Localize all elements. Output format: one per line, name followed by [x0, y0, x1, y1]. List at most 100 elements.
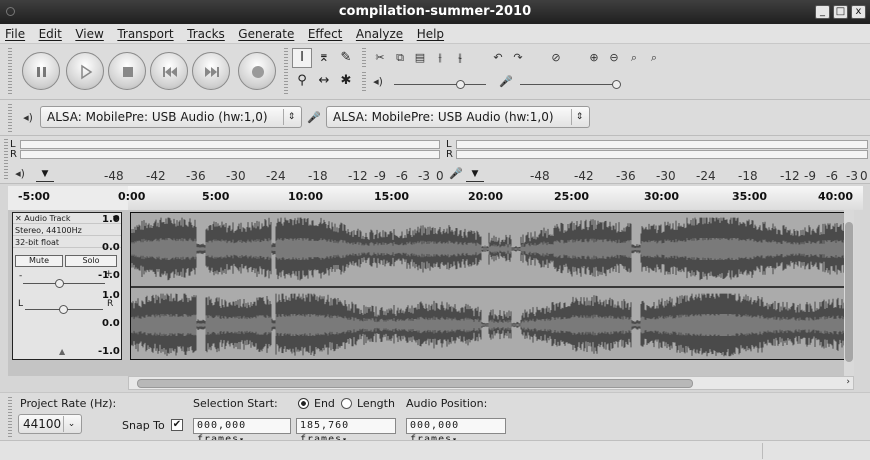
chevron-updown-icon: ⇕ — [283, 109, 299, 125]
timeline-ruler[interactable]: -5:00 0:00 5:00 10:00 15:00 20:00 25:00 … — [8, 186, 863, 210]
skip-to-end-button[interactable] — [192, 52, 230, 90]
minimize-button[interactable]: _ — [815, 5, 830, 19]
record-meter-left[interactable] — [456, 140, 868, 149]
scale-top-ch1: 1.0 — [102, 214, 120, 225]
stop-button[interactable] — [108, 52, 146, 90]
tools-grip[interactable] — [284, 48, 288, 96]
recording-volume-slider[interactable] — [520, 84, 620, 85]
pan-slider-thumb[interactable] — [59, 305, 68, 314]
zoom-out-icon[interactable]: ⊖ — [606, 50, 622, 66]
menu-effect[interactable]: Effect — [303, 24, 348, 41]
redo-icon[interactable]: ↷ — [510, 50, 526, 66]
horizontal-scrollbar-thumb[interactable] — [137, 379, 693, 388]
solo-button[interactable]: Solo — [65, 255, 117, 267]
skip-to-start-button[interactable] — [150, 52, 188, 90]
device-grip[interactable] — [8, 104, 12, 132]
meter-grip[interactable] — [4, 139, 8, 181]
play-icon — [81, 64, 93, 80]
collapse-track-icon[interactable]: ▲ — [59, 347, 65, 356]
track-format: Stereo, 44100Hz — [13, 225, 121, 236]
scale-top-ch2: 1.0 — [102, 290, 120, 301]
ruler-label: 25:00 — [554, 190, 590, 203]
playback-device-select[interactable]: ALSA: MobilePre: USB Audio (hw:1,0) ⇕ — [40, 106, 302, 128]
track-name[interactable]: Audio Track — [24, 214, 70, 223]
zoom-in-icon[interactable]: ⊕ — [586, 50, 602, 66]
menu-bar: File Edit View Transport Tracks Generate… — [0, 24, 870, 44]
snap-to-checkbox[interactable]: ✔ — [171, 419, 183, 431]
gain-slider[interactable] — [23, 283, 105, 284]
record-meter-right[interactable] — [456, 150, 868, 159]
ruler-main-area[interactable]: 0:00 5:00 10:00 15:00 20:00 25:00 30:00 … — [118, 186, 863, 210]
title-bar: compilation-summer-2010 _ □ x — [0, 0, 870, 24]
meter-tick: -18 — [738, 169, 758, 183]
playback-volume-slider[interactable] — [394, 84, 486, 85]
playback-volume-thumb[interactable] — [456, 80, 465, 89]
mixer-grip[interactable] — [362, 72, 366, 92]
menu-view[interactable]: View — [70, 24, 108, 41]
pause-button[interactable] — [22, 52, 60, 90]
timeshift-tool-icon[interactable]: ↔ — [314, 71, 334, 91]
track-close-icon[interactable]: ✕ — [15, 214, 22, 223]
menu-transport[interactable]: Transport — [112, 24, 178, 41]
toolbar-grip[interactable] — [8, 48, 12, 96]
record-button[interactable] — [238, 52, 276, 90]
silence-icon[interactable]: ⫳ — [452, 50, 468, 66]
menu-tracks[interactable]: Tracks — [182, 24, 230, 41]
waveform-svg[interactable] — [131, 213, 850, 360]
play-button[interactable] — [66, 52, 104, 90]
vertical-scrollbar[interactable] — [844, 210, 854, 376]
mute-button[interactable]: Mute — [15, 255, 63, 267]
audio-position-field[interactable]: 000,000 frames▾ — [406, 418, 506, 445]
paste-icon[interactable]: ▤ — [412, 50, 428, 66]
zoom-tool-icon[interactable]: ⚲ — [292, 71, 312, 91]
recording-device-select[interactable]: ALSA: MobilePre: USB Audio (hw:1,0) ⇕ — [326, 106, 590, 128]
selection-end-field[interactable]: 185,760 frames▾ — [296, 418, 396, 445]
waveform-display[interactable] — [130, 212, 850, 360]
edit-grip[interactable] — [362, 48, 366, 68]
fit-project-icon[interactable]: ⌕ — [646, 50, 662, 66]
selection-tool-icon[interactable]: I — [292, 48, 312, 68]
menu-analyze[interactable]: Analyze — [351, 24, 408, 41]
horizontal-scrollbar[interactable]: › — [128, 376, 854, 390]
close-button[interactable]: x — [851, 5, 866, 19]
multi-tool-icon[interactable]: ✱ — [336, 71, 356, 91]
vertical-scrollbar-thumb[interactable] — [845, 222, 853, 362]
length-radio[interactable] — [341, 398, 352, 409]
maximize-button[interactable]: □ — [833, 5, 848, 19]
meter-tick: -9 — [804, 169, 816, 183]
trim-icon[interactable]: ⫲ — [432, 50, 448, 66]
status-bar — [0, 440, 870, 460]
track-area: ✕ Audio Track ▼ Stereo, 44100Hz 32-bit f… — [8, 210, 854, 376]
cut-icon[interactable]: ✂ — [372, 50, 388, 66]
end-radio[interactable] — [298, 398, 309, 409]
window-title: compilation-summer-2010 — [338, 4, 532, 19]
meter-tick: 0 — [436, 169, 444, 183]
playback-meter-left[interactable] — [20, 140, 440, 149]
sync-lock-icon[interactable]: ⊘ — [548, 50, 564, 66]
fit-selection-icon[interactable]: ⌕ — [626, 50, 642, 66]
end-label: End — [314, 397, 335, 410]
selection-grip[interactable] — [8, 397, 12, 437]
envelope-tool-icon[interactable]: ⌆ — [314, 48, 334, 68]
draw-tool-icon[interactable]: ✎ — [336, 48, 356, 68]
menu-edit[interactable]: Edit — [34, 24, 67, 41]
microphone-icon: 🎤 — [499, 75, 513, 88]
scroll-right-icon[interactable]: › — [846, 377, 850, 387]
copy-icon[interactable]: ⧉ — [392, 50, 408, 66]
gain-slider-thumb[interactable] — [55, 279, 64, 288]
meter-tick: -48 — [530, 169, 550, 183]
selection-start-field[interactable]: 000,000 frames▾ — [193, 418, 291, 445]
playback-meter-right[interactable] — [20, 150, 440, 159]
meter-tick: -42 — [146, 169, 166, 183]
chevron-updown-icon: ⇕ — [571, 109, 587, 125]
undo-icon[interactable]: ↶ — [490, 50, 506, 66]
meter-tick: -24 — [696, 169, 716, 183]
menu-help[interactable]: Help — [412, 24, 449, 41]
playback-meter-menu[interactable]: ▼ — [36, 166, 54, 182]
menu-file[interactable]: File — [0, 24, 30, 41]
record-meter-menu[interactable]: ▼ — [466, 166, 484, 182]
length-label: Length — [357, 397, 395, 410]
recording-volume-thumb[interactable] — [612, 80, 621, 89]
project-rate-select[interactable]: 44100 ⌄ — [18, 414, 82, 434]
menu-generate[interactable]: Generate — [233, 24, 299, 41]
